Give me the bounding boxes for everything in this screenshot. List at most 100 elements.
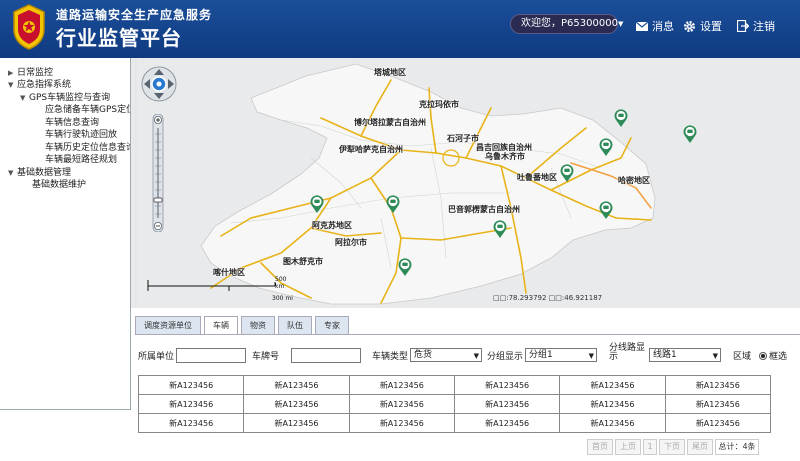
traffic-emblem-logo <box>13 4 45 50</box>
group-label: 分组显示 <box>487 352 524 362</box>
map-zoom-slider[interactable] <box>152 114 164 232</box>
vehicle-marker-icon[interactable] <box>397 257 413 277</box>
table-row[interactable]: 新A123456 新A123456 新A123456 新A123456 新A12… <box>137 413 772 433</box>
vehicle-marker-icon[interactable] <box>385 194 401 214</box>
plate-input[interactable] <box>291 348 361 363</box>
table-row[interactable]: 新A123456 新A123456 新A123456 新A123456 新A12… <box>137 394 772 414</box>
vehicle-marker-icon[interactable] <box>492 219 508 239</box>
gear-icon <box>684 20 695 32</box>
table-cell: 新A123456 <box>664 413 772 433</box>
app-header: 道路运输安全生产应急服务 行业监管平台 欢迎您，P65300000▼ 消息 设置… <box>0 0 800 58</box>
route-select[interactable]: 线路1 ▼ <box>649 348 721 362</box>
settings-label: 设置 <box>700 20 722 33</box>
table-cell: 新A123456 <box>453 394 561 414</box>
table-cell: 新A123456 <box>137 394 245 414</box>
vehicle-panel: 所属单位 车牌号 车辆类型 危货 ▼ 分组显示 分组1 ▼ 分线路显示 线路1 ▼ 区… <box>135 334 800 461</box>
user-menu[interactable]: 欢迎您，P65300000▼ <box>510 14 623 34</box>
vehicle-marker-icon[interactable] <box>682 124 698 144</box>
tree-leaf-reserve-gps[interactable]: 应急储备车辆GPS定位查询 <box>45 105 130 116</box>
platform-subtitle: 道路运输安全生产应急服务 <box>56 8 213 22</box>
city-label: 克拉玛依市 <box>419 100 459 109</box>
total-count: 总计：4条 <box>715 439 759 455</box>
resource-tabs: 调度资源单位 车辆 物资 队伍 专家 <box>135 316 349 336</box>
scale-km-label: 500 km <box>275 276 287 290</box>
table-row[interactable]: 新A123456 新A123456 新A123456 新A123456 新A12… <box>137 375 772 395</box>
envelope-icon <box>636 21 648 31</box>
table-cell: 新A123456 <box>243 375 350 395</box>
collapse-arrow-icon: ▼ <box>20 94 26 102</box>
tree-node-basic-data[interactable]: ▼ 基础数据管理 <box>8 168 71 179</box>
table-cell: 新A123456 <box>453 413 561 433</box>
messages-label: 消息 <box>652 20 674 33</box>
dropdown-arrow-icon: ▼ <box>588 352 594 360</box>
settings-button[interactable]: 设置 <box>683 18 722 34</box>
vehicle-marker-icon[interactable] <box>598 200 614 220</box>
city-label: 巴音郭楞蒙古自治州 <box>448 205 520 214</box>
table-cell: 新A123456 <box>243 394 350 414</box>
map-pan-control[interactable] <box>141 66 177 102</box>
next-page-button[interactable]: 下页 <box>659 439 685 455</box>
tree-leaf-history-location[interactable]: 车辆历史定位信息查询 <box>45 143 130 154</box>
type-label: 车辆类型 <box>372 352 409 362</box>
city-label: 哈密地区 <box>618 176 650 185</box>
city-label: 博尔塔拉蒙古自治州 <box>354 118 426 127</box>
welcome-text: 欢迎您，P65300000 <box>521 18 618 29</box>
vehicle-type-select[interactable]: 危货 ▼ <box>410 348 482 362</box>
city-label: 石河子市 <box>447 134 479 143</box>
city-label: 图木舒克市 <box>283 257 323 266</box>
table-cell: 新A123456 <box>559 413 666 433</box>
tab-experts[interactable]: 专家 <box>315 316 349 335</box>
table-cell: 新A123456 <box>559 394 666 414</box>
city-label: 吐鲁番地区 <box>517 173 557 182</box>
logout-icon <box>737 20 749 32</box>
pagination: 首页 上页 1 下页 尾页 总计：4条 <box>587 439 759 455</box>
table-cell: 新A123456 <box>453 375 561 395</box>
map-scale-bar: 500 km 300 mi <box>147 276 297 302</box>
vehicle-marker-icon[interactable] <box>309 194 325 214</box>
vehicle-marker-icon[interactable] <box>598 137 614 157</box>
last-page-button[interactable]: 尾页 <box>687 439 713 455</box>
city-label: 乌鲁木齐市 <box>485 152 525 161</box>
vehicle-table: 新A123456 新A123456 新A123456 新A123456 新A12… <box>137 375 772 433</box>
table-cell: 新A123456 <box>137 413 245 433</box>
city-label: 塔城地区 <box>374 68 406 77</box>
area-label: 区域 <box>733 352 752 362</box>
route-label: 分线路显示 <box>609 343 646 362</box>
collapse-arrow-icon: ▼ <box>8 81 14 89</box>
city-label: 阿拉尔市 <box>335 238 367 247</box>
map-view[interactable]: 塔城地区 克拉玛依市 博尔塔拉蒙古自治州 石河子市 伊犁哈萨克自治州 昌吉回族自… <box>131 58 800 308</box>
tree-leaf-vehicle-info[interactable]: 车辆信息查询 <box>45 118 99 129</box>
scale-mi-label: 300 mi <box>272 295 293 302</box>
table-cell: 新A123456 <box>243 413 350 433</box>
tree-leaf-track-playback[interactable]: 车辆行驶轨迹回放 <box>45 130 117 141</box>
tab-materials[interactable]: 物资 <box>241 316 275 335</box>
box-select-radio[interactable]: 框选 <box>759 349 787 362</box>
tab-teams[interactable]: 队伍 <box>278 316 312 335</box>
table-cell: 新A123456 <box>137 375 245 395</box>
tree-node-daily-monitor[interactable]: ▶ 日常监控 <box>8 68 53 79</box>
first-page-button[interactable]: 首页 <box>587 439 613 455</box>
unit-label: 所属单位 <box>138 352 175 362</box>
tab-vehicles[interactable]: 车辆 <box>204 316 238 336</box>
tree-leaf-shortest-path[interactable]: 车辆最短路径规划 <box>45 155 117 166</box>
radio-selected-icon <box>759 351 767 360</box>
coordinate-readout: □□:78.293792 □□:46.921187 <box>493 294 603 302</box>
unit-input[interactable] <box>176 348 246 363</box>
tree-node-emergency-command[interactable]: ▼ 应急指挥系统 <box>8 80 71 91</box>
plate-label: 车牌号 <box>252 352 280 362</box>
vehicle-marker-icon[interactable] <box>559 163 575 183</box>
dropdown-arrow-icon: ▼ <box>473 352 479 360</box>
tree-node-gps-monitor[interactable]: ▼ GPS车辆监控与查询 <box>20 93 110 104</box>
tab-dispatch-units[interactable]: 调度资源单位 <box>135 316 201 335</box>
city-label: 伊犁哈萨克自治州 <box>339 145 403 154</box>
table-cell: 新A123456 <box>559 375 666 395</box>
group-select[interactable]: 分组1 ▼ <box>525 348 597 362</box>
logout-button[interactable]: 注销 <box>737 18 775 34</box>
tree-leaf-data-maintenance[interactable]: 基础数据维护 <box>32 180 86 191</box>
collapse-arrow-icon: ▼ <box>8 169 14 177</box>
messages-button[interactable]: 消息 <box>636 18 674 34</box>
logout-label: 注销 <box>753 20 775 33</box>
vehicle-marker-icon[interactable] <box>613 108 629 128</box>
prev-page-button[interactable]: 上页 <box>615 439 641 455</box>
table-cell: 新A123456 <box>348 375 455 395</box>
